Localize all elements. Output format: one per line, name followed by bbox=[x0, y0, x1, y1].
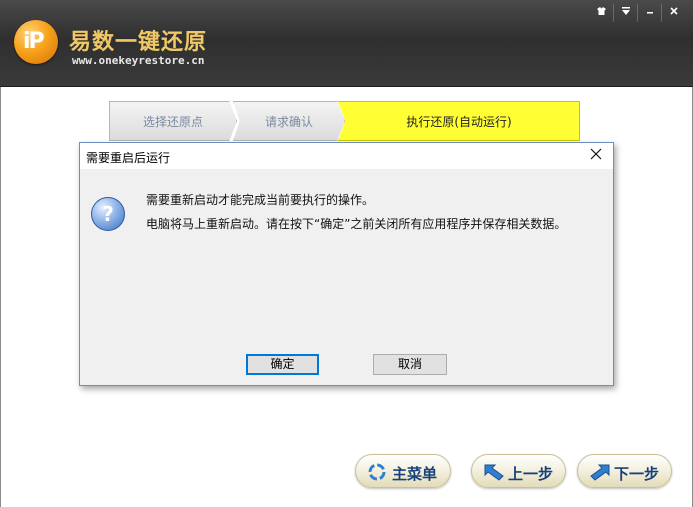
next-step-label: 下一步 bbox=[614, 465, 660, 483]
step-request-confirm: 请求确认 bbox=[233, 101, 345, 141]
next-step-button[interactable]: 下一步 bbox=[577, 454, 672, 488]
main-menu-label: 主菜单 bbox=[392, 465, 438, 483]
previous-step-button[interactable]: 上一步 bbox=[471, 454, 566, 488]
dialog-message-line1: 需要重新启动才能完成当前要执行的操作。 bbox=[146, 193, 375, 207]
app-title: 易数一键还原 bbox=[69, 30, 208, 55]
refresh-icon bbox=[366, 461, 388, 483]
restart-dialog: 需要重启后运行 ? 需要重新启动才能完成当前要执行的操作。 电脑将马上重新启动。… bbox=[79, 142, 614, 386]
dialog-close-icon[interactable] bbox=[587, 146, 605, 164]
question-icon: ? bbox=[91, 197, 125, 231]
app-logo-icon: iP bbox=[14, 20, 58, 64]
arrow-back-icon bbox=[482, 461, 504, 483]
app-title-bar: iP 易数一键还原 www.onekeyrestore.cn bbox=[0, 0, 693, 87]
logo-text: iP bbox=[23, 29, 45, 54]
cancel-button[interactable]: 取消 bbox=[373, 354, 447, 375]
ok-button[interactable]: 确定 bbox=[246, 354, 319, 375]
dialog-message-line2: 电脑将马上重新启动。请在按下“确定”之前关闭所有应用程序并保存相关数据。 bbox=[146, 217, 567, 231]
dialog-title-bar: 需要重启后运行 bbox=[80, 143, 613, 169]
menu-icon[interactable] bbox=[613, 4, 637, 22]
step-select-restore-point: 选择还原点 bbox=[109, 101, 237, 141]
main-menu-button[interactable]: 主菜单 bbox=[355, 454, 451, 488]
arrow-forward-icon bbox=[588, 461, 610, 483]
window-controls bbox=[589, 4, 685, 22]
previous-step-label: 上一步 bbox=[508, 465, 554, 483]
skin-icon[interactable] bbox=[589, 4, 613, 22]
app-url: www.onekeyrestore.cn bbox=[72, 54, 205, 67]
minimize-icon[interactable] bbox=[637, 4, 661, 22]
step-execute-restore: 执行还原(自动运行) bbox=[338, 101, 580, 141]
window-border-left bbox=[0, 87, 1, 507]
dialog-title: 需要重启后运行 bbox=[86, 151, 171, 165]
wizard-steps: 选择还原点 请求确认 执行还原(自动运行) bbox=[109, 101, 580, 141]
close-icon[interactable] bbox=[661, 4, 685, 22]
